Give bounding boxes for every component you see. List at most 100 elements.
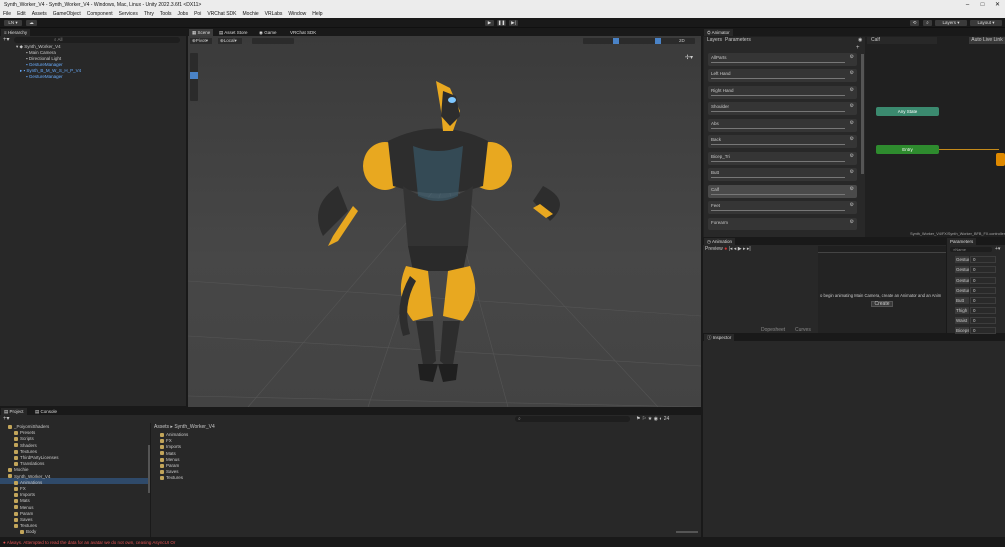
project-breadcrumb[interactable]: Assets ▸ Synth_Worker_V4	[154, 424, 215, 430]
status-bar[interactable]: ● Always. Attempted to read the data for…	[0, 538, 1005, 547]
weight-slider[interactable]	[711, 210, 845, 211]
layer-row[interactable]: Forearm ⚙	[708, 218, 857, 230]
scene-gizmo-icon[interactable]: ✢▾	[685, 54, 697, 62]
project-tree-item[interactable]: Presets	[14, 430, 35, 436]
layers-scrollbar[interactable]	[861, 54, 864, 174]
parameter-value-input[interactable]: 0	[970, 297, 996, 304]
project-tree-item[interactable]: Shaders	[14, 443, 37, 449]
snap-toolbar[interactable]	[252, 38, 294, 44]
parameter-value-input[interactable]: 0	[970, 277, 996, 284]
project-folder-item[interactable]: Menus	[160, 457, 180, 463]
gear-icon[interactable]: ⚙	[850, 54, 854, 60]
weight-slider[interactable]	[711, 161, 845, 162]
menu-thry[interactable]: Thry	[141, 11, 157, 17]
parameter-value-input[interactable]: 0	[970, 287, 996, 294]
pause-button[interactable]: ❚❚	[497, 20, 506, 26]
gear-icon[interactable]: ⚙	[850, 202, 854, 208]
menu-component[interactable]: Component	[84, 11, 116, 17]
gear-icon[interactable]: ⚙	[850, 136, 854, 142]
animator-graph[interactable]	[937, 184, 938, 185]
avatar-model[interactable]	[318, 81, 560, 382]
timeline-ruler[interactable]	[818, 246, 946, 253]
account-button[interactable]: LN ▾	[4, 20, 22, 26]
tab-animation[interactable]: ◷ Animation	[704, 238, 735, 245]
project-tree-item[interactable]: Saves	[14, 517, 33, 523]
gear-icon[interactable]: ⚙	[850, 70, 854, 76]
record-icon[interactable]: ●	[724, 246, 727, 252]
breadcrumb-folder[interactable]: Synth_Worker_V4	[174, 424, 214, 430]
parameter-row[interactable]: Waist 0	[949, 316, 1001, 325]
hierarchy-search-input[interactable]: ⌕ All	[14, 37, 180, 43]
menu-help[interactable]: Help	[309, 11, 325, 17]
parameter-value-input[interactable]: 0	[970, 256, 996, 263]
project-tree-item[interactable]: Mochie	[8, 467, 29, 473]
project-filter-icons[interactable]: ⚑ ⚐ ★ ◉ ◐ 24	[636, 416, 669, 422]
project-tree-item[interactable]: Translations	[14, 461, 44, 467]
tab-console[interactable]: ▤ Console	[32, 408, 61, 415]
gear-icon[interactable]: ⚙	[850, 219, 854, 225]
project-folder-item[interactable]: FX	[160, 438, 172, 444]
parameter-row[interactable]: Gestur 0	[949, 265, 1001, 274]
close-button[interactable]: ✕	[990, 0, 1005, 10]
layer-row[interactable]: Abs ⚙	[708, 119, 857, 132]
weight-slider[interactable]	[711, 62, 845, 63]
layers-dropdown[interactable]: Layers ▾	[935, 20, 967, 26]
menu-mochie[interactable]: Mochie	[240, 11, 262, 17]
menu-poi[interactable]: Poi	[191, 11, 204, 17]
add-icon[interactable]: +▾	[3, 37, 11, 43]
tab-curves[interactable]: Curves	[795, 327, 811, 333]
tab-animator[interactable]: ⛭ Animator	[704, 29, 733, 36]
project-folder-item[interactable]: Animations	[160, 432, 188, 438]
project-tree-scrollbar[interactable]	[148, 445, 150, 493]
add-layer-icon[interactable]: +	[856, 45, 860, 51]
layer-row[interactable]: Bicep_Tri ⚙	[708, 152, 857, 165]
effects-toggle[interactable]	[655, 38, 661, 44]
project-folder-item[interactable]: Mats	[160, 451, 176, 457]
eye-icon[interactable]: ◉	[858, 37, 862, 44]
project-tree-item[interactable]: Body	[20, 529, 36, 535]
project-tree-item[interactable]: Animations	[14, 480, 42, 486]
space-dropdown[interactable]: ⊕Local▾	[218, 38, 242, 44]
hierarchy-tab[interactable]: ≡ Hierarchy	[1, 29, 31, 36]
parameter-value-input[interactable]: 0	[970, 307, 996, 314]
project-tree-item[interactable]: Imports	[14, 492, 35, 498]
create-asset-icon[interactable]: +▾	[3, 416, 10, 422]
parameter-row[interactable]: Butt 0	[949, 296, 1001, 305]
project-tree-item[interactable]: Synth_Worker_V4	[8, 474, 50, 480]
animator-breadcrumb[interactable]: Calf	[867, 37, 937, 44]
project-folder-item[interactable]: Saves	[160, 469, 179, 475]
weight-slider[interactable]	[711, 194, 845, 195]
add-parameter-icon[interactable]: +▾	[995, 246, 1000, 252]
project-folder-item[interactable]: Textures	[160, 475, 183, 481]
weight-slider[interactable]	[711, 177, 845, 178]
parameter-row[interactable]: Thigh 0	[949, 306, 1001, 315]
gear-icon[interactable]: ⚙	[850, 120, 854, 126]
history-icon[interactable]: ⟲	[910, 20, 919, 26]
weight-slider[interactable]	[711, 111, 845, 112]
parameter-row[interactable]: Biceps 0	[949, 326, 1001, 334]
menu-assets[interactable]: Assets	[29, 11, 50, 17]
layer-row[interactable]: Left Hand ⚙	[708, 69, 857, 82]
gear-icon[interactable]: ⚙	[850, 186, 854, 192]
minimize-button[interactable]: –	[960, 0, 975, 10]
project-tree-item[interactable]: Menus	[14, 505, 34, 511]
search-icon[interactable]: ⌕	[923, 20, 932, 26]
layer-row-selected[interactable]: Calf ⚙	[708, 185, 857, 198]
layer-row[interactable]: Right Hand ⚙	[708, 86, 857, 99]
menu-tools[interactable]: Tools	[157, 11, 175, 17]
icon-size-slider[interactable]	[676, 531, 698, 533]
layer-row[interactable]: Butt ⚙	[708, 168, 857, 181]
menu-file[interactable]: File	[0, 11, 14, 17]
gear-icon[interactable]: ⚙	[850, 87, 854, 93]
mode-2d-toggle[interactable]: 2D	[679, 38, 685, 44]
project-tree-item[interactable]: Scripts	[14, 436, 34, 442]
gear-icon[interactable]: ⚙	[850, 169, 854, 175]
parameter-value-input[interactable]: 0	[970, 266, 996, 273]
menu-gameobject[interactable]: GameObject	[50, 11, 84, 17]
layer-row[interactable]: Feet ⚙	[708, 201, 857, 214]
scene-view[interactable]: ⊕Pivot▾ ⊕Local▾ 2D ✢▾	[188, 36, 701, 407]
breadcrumb-assets[interactable]: Assets	[154, 424, 169, 430]
project-folder-item[interactable]: Param	[160, 463, 179, 469]
parameter-row[interactable]: Gestur 0	[949, 286, 1001, 295]
subtab-parameters[interactable]: Parameters	[725, 37, 751, 44]
